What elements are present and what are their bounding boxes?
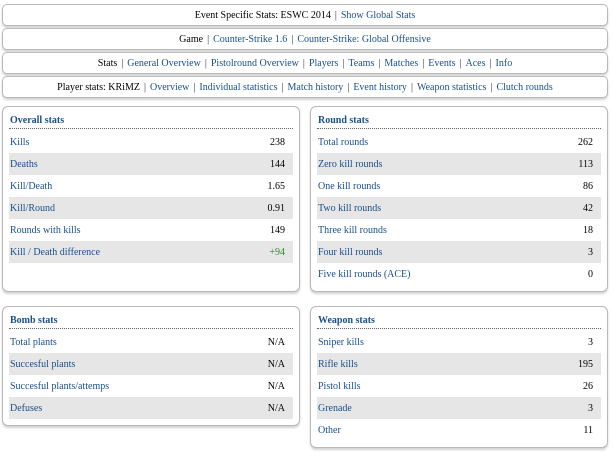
stat-label[interactable]: Succesful plants/attemps [10, 381, 109, 392]
stat-value: 11 [583, 424, 593, 436]
round-stats-panel: Round stats Total rounds 262 Zero kill r… [310, 106, 608, 292]
nav-pistolround-overview[interactable]: Pistolround Overview [211, 58, 299, 69]
stat-value: 0 [588, 268, 593, 280]
stat-label[interactable]: Pistol kills [318, 381, 361, 392]
stat-row: Succesful plants N/A [9, 353, 293, 375]
stat-row: Rounds with kills 149 [9, 219, 293, 241]
panel-title: Round stats [317, 115, 601, 129]
stat-label[interactable]: Succesful plants [10, 359, 75, 370]
stat-value: 149 [270, 224, 285, 236]
stat-row: Zero kill rounds 113 [317, 153, 601, 175]
game-bar: Game | Counter-Strike 1.6 | Counter-Stri… [2, 28, 608, 50]
stat-row: Sniper kills 3 [317, 331, 601, 353]
nav-matches[interactable]: Matches [384, 58, 418, 69]
nav-general-overview[interactable]: General Overview [127, 58, 201, 69]
event-label: Event Specific Stats: ESWC 2014 [194, 9, 331, 21]
stat-label[interactable]: Rounds with kills [10, 225, 81, 236]
stat-label[interactable]: Rifle kills [318, 359, 358, 370]
stat-value: 1.65 [267, 180, 286, 192]
player-nav-event-history[interactable]: Event history [353, 82, 407, 93]
stat-value: 3 [588, 336, 593, 348]
player-nav-bar: Player stats: KRiMZ | Overview | Individ… [2, 76, 608, 98]
stat-value: 113 [578, 158, 593, 170]
stat-row: Rifle kills 195 [317, 353, 601, 375]
stat-label[interactable]: Total plants [10, 337, 57, 348]
stat-label[interactable]: One kill rounds [318, 181, 380, 192]
stat-row: Four kill rounds 3 [317, 241, 601, 263]
stat-row: Deaths 144 [9, 153, 293, 175]
nav-events[interactable]: Events [428, 58, 455, 69]
stat-value: 0.91 [267, 202, 286, 214]
stat-label[interactable]: Four kill rounds [318, 247, 382, 258]
stat-value: 3 [588, 246, 593, 258]
stat-row: One kill rounds 86 [317, 175, 601, 197]
stat-label[interactable]: Defuses [10, 403, 42, 414]
stat-row: Three kill rounds 18 [317, 219, 601, 241]
panel-title: Bomb stats [9, 315, 293, 329]
stat-value: 26 [583, 380, 593, 392]
weapon-stats-panel: Weapon stats Sniper kills 3 Rifle kills … [310, 306, 608, 448]
panel-title: Overall stats [9, 115, 293, 129]
stat-value: 195 [578, 358, 593, 370]
stat-label[interactable]: Five kill rounds (ACE) [318, 269, 411, 280]
stat-value: 238 [270, 136, 285, 148]
nav-teams[interactable]: Teams [348, 58, 374, 69]
stats-label: Stats [97, 57, 118, 69]
stat-value: N/A [267, 358, 285, 370]
stat-label[interactable]: Grenade [318, 403, 352, 414]
player-nav-overview[interactable]: Overview [150, 82, 189, 93]
show-global-stats-link[interactable]: Show Global Stats [341, 10, 415, 21]
event-stats-bar: Event Specific Stats: ESWC 2014 | Show G… [2, 4, 608, 26]
stat-value: 262 [578, 136, 593, 148]
stat-label[interactable]: Other [318, 425, 341, 436]
game-link-cs16[interactable]: Counter-Strike 1.6 [213, 34, 287, 45]
stat-value: 42 [583, 202, 593, 214]
panel-title: Weapon stats [317, 315, 601, 329]
stats-nav-bar: Stats | General Overview | Pistolround O… [2, 52, 608, 74]
nav-info[interactable]: Info [496, 58, 513, 69]
stat-value: 18 [583, 224, 593, 236]
stat-label[interactable]: Kills [10, 137, 29, 148]
nav-players[interactable]: Players [309, 58, 338, 69]
stat-label[interactable]: Zero kill rounds [318, 159, 382, 170]
stat-label[interactable]: Total rounds [318, 137, 368, 148]
stat-value: 86 [583, 180, 593, 192]
player-stats-label: Player stats: KRiMZ [57, 81, 140, 93]
stat-row: Kill/Death 1.65 [9, 175, 293, 197]
stat-row: Kills 238 [9, 131, 293, 153]
stat-row: Grenade 3 [317, 397, 601, 419]
player-nav-match-history[interactable]: Match history [287, 82, 343, 93]
stat-label[interactable]: Kill / Death difference [10, 247, 100, 258]
stat-label[interactable]: Sniper kills [318, 337, 364, 348]
nav-aces[interactable]: Aces [466, 58, 486, 69]
stat-value: N/A [267, 380, 285, 392]
stat-row: Other 11 [317, 419, 601, 441]
player-nav-individual-statistics[interactable]: Individual statistics [199, 82, 277, 93]
stat-row: Succesful plants/attemps N/A [9, 375, 293, 397]
game-link-csgo[interactable]: Counter-Strike: Global Offensive [297, 34, 430, 45]
stat-row: Total plants N/A [9, 331, 293, 353]
stat-row: Five kill rounds (ACE) 0 [317, 263, 601, 285]
stat-label[interactable]: Kill/Round [10, 203, 55, 214]
stat-label[interactable]: Three kill rounds [318, 225, 387, 236]
stat-row: Kill / Death difference +94 [9, 241, 293, 263]
stat-label[interactable]: Two kill rounds [318, 203, 381, 214]
stat-value: 144 [270, 158, 285, 170]
stat-value: 3 [588, 402, 593, 414]
stat-row: Two kill rounds 42 [317, 197, 601, 219]
stat-value: +94 [269, 246, 285, 258]
player-nav-clutch-rounds[interactable]: Clutch rounds [496, 82, 552, 93]
game-label: Game [179, 33, 204, 45]
stat-row: Kill/Round 0.91 [9, 197, 293, 219]
stat-value: N/A [267, 336, 285, 348]
stat-value: N/A [267, 402, 285, 414]
stat-row: Total rounds 262 [317, 131, 601, 153]
stat-row: Pistol kills 26 [317, 375, 601, 397]
stat-row: Defuses N/A [9, 397, 293, 419]
overall-stats-panel: Overall stats Kills 238 Deaths 144 Kill/… [2, 106, 300, 292]
stat-label[interactable]: Kill/Death [10, 181, 52, 192]
stat-label[interactable]: Deaths [10, 159, 38, 170]
bomb-stats-panel: Bomb stats Total plants N/A Succesful pl… [2, 306, 300, 426]
player-nav-weapon-statistics[interactable]: Weapon statistics [417, 82, 486, 93]
